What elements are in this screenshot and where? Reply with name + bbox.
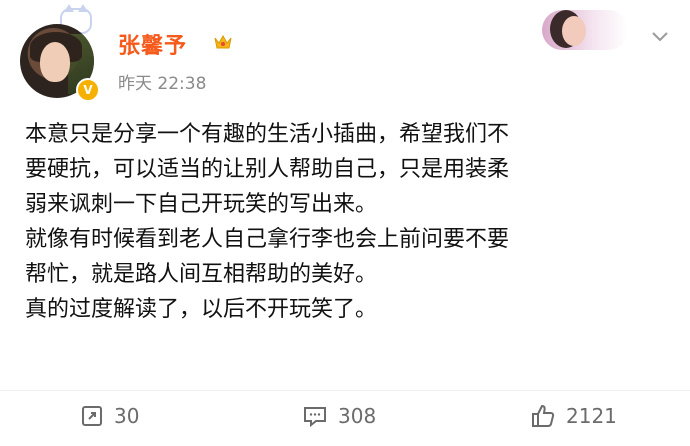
- post-text-line: 本意只是分享一个有趣的生活小插曲，希望我们不: [25, 122, 510, 147]
- post-text-line: 要硬抗，可以适当的让别人帮助自己，只是用装柔: [25, 157, 510, 182]
- like-count: 2121: [566, 404, 617, 428]
- divider: [0, 390, 690, 391]
- post-text-line: 真的过度解读了，以后不开玩笑了。: [25, 297, 378, 322]
- user-name[interactable]: 张馨予: [118, 28, 187, 60]
- crown-icon: [214, 34, 232, 49]
- comment-count: 308: [338, 404, 377, 428]
- post-text-line: 就像有时候看到老人自己拿行李也会上前问要不要: [25, 227, 510, 252]
- like-button[interactable]: 2121: [530, 401, 617, 431]
- post-text-line: 弱来讽刺一下自己开玩笑的写出来。: [25, 192, 378, 217]
- post-time: 昨天 22:38: [118, 74, 207, 94]
- weibo-post-card: V 张馨予 昨天 22:38 本意只是分享一个有趣的生活小插曲，希望我们不 要硬…: [0, 0, 690, 446]
- top-right-avatar[interactable]: [542, 10, 628, 50]
- post-text-line: 帮忙，就是路人间互相帮助的美好。: [25, 262, 378, 287]
- post-text: 本意只是分享一个有趣的生活小插曲，希望我们不 要硬抗，可以适当的让别人帮助自己，…: [25, 117, 670, 327]
- comment-button[interactable]: 308: [302, 401, 376, 431]
- verified-badge-icon: V: [76, 78, 100, 102]
- avatar[interactable]: V: [20, 4, 100, 102]
- comment-icon: [304, 407, 326, 428]
- repost-count: 30: [114, 404, 140, 428]
- repost-icon: [82, 406, 102, 426]
- chevron-down-icon[interactable]: [650, 30, 670, 44]
- thumbs-up-icon: [532, 404, 555, 427]
- repost-button[interactable]: 30: [80, 401, 139, 431]
